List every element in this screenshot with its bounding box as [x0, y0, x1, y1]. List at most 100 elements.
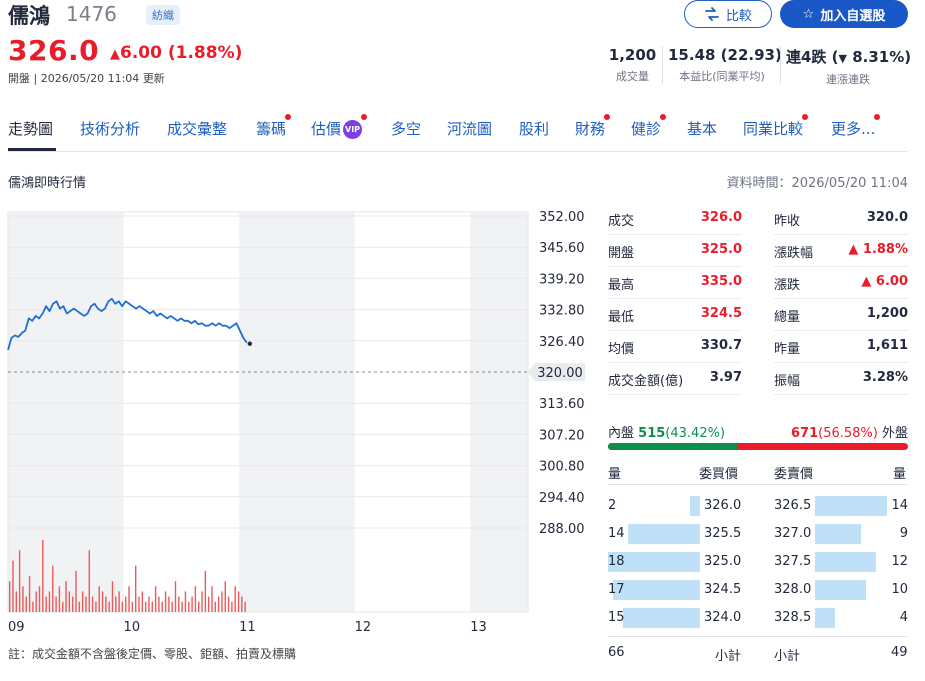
reference-price-tag: 320.00: [528, 363, 585, 381]
volume-bar: [125, 596, 127, 612]
volume-bar: [128, 586, 130, 612]
notification-dot: [874, 114, 881, 120]
compare-button[interactable]: 比較: [684, 0, 772, 28]
x-tick-label: 12: [355, 620, 372, 635]
ask-depth-bar: [815, 608, 836, 628]
row-divider: [774, 298, 908, 299]
volume-bar: [121, 601, 124, 612]
volume-bar: [15, 591, 17, 612]
volume-bar: [151, 601, 153, 612]
tab-bull-bear[interactable]: 多空: [391, 118, 421, 139]
ask-qty: 12: [891, 554, 908, 569]
volume-bar: [171, 601, 173, 612]
quote-label: 均價: [608, 342, 635, 357]
industry-badge[interactable]: 紡織: [146, 5, 180, 25]
volume-bar: [81, 591, 84, 612]
notification-dot: [361, 114, 368, 120]
data-time: 資料時間：2026/05/20 11:04: [726, 176, 908, 191]
notification-dot: [802, 114, 809, 120]
y-tick-label: 288.00: [539, 522, 585, 537]
volume-bar: [181, 601, 183, 612]
volume-bar: [28, 576, 31, 612]
ask-depth-bar: [815, 496, 887, 516]
tab-peer-compare[interactable]: 同業比較: [743, 114, 809, 139]
ask-qty: 9: [899, 526, 908, 541]
tab-valuation[interactable]: 估價 VIP: [311, 114, 368, 139]
vip-icon: VIP: [343, 120, 363, 139]
intraday-chart[interactable]: 352.00 345.60 339.20 332.80 326.40 320.00 313.…: [0, 200, 600, 640]
star-icon: ☆: [802, 6, 815, 22]
divider: [608, 484, 908, 485]
tab-financials[interactable]: 財務: [575, 114, 611, 139]
ask-price: 327.5: [774, 554, 812, 569]
y-axis: 352.00 345.60 339.20 332.80 326.40 320.00 313.…: [528, 210, 585, 537]
volume-bar: [198, 601, 200, 612]
notification-dot: [285, 114, 292, 120]
volume-bar: [98, 586, 100, 612]
quote-label: 開盤: [608, 246, 635, 261]
bid-qty: 2: [608, 498, 617, 513]
quote-value: 325.0: [700, 242, 742, 257]
tab-trend[interactable]: 走勢圖: [8, 118, 53, 139]
volume-bar: [75, 570, 77, 612]
up-arrow-icon: ▲: [110, 47, 120, 62]
volume-bar: [65, 581, 67, 612]
y-tick-label: 294.40: [539, 491, 585, 506]
volume-bar: [154, 586, 157, 612]
bid-subtotal-label: 小計: [715, 649, 742, 664]
tab-dividend[interactable]: 股利: [519, 118, 549, 139]
tab-chips[interactable]: 籌碼: [256, 114, 292, 139]
volume-bar: [62, 601, 64, 612]
volume-bar: [188, 601, 190, 612]
volume-bar: [18, 550, 21, 612]
last-price-dot: [247, 341, 253, 346]
tab-health-check[interactable]: 健診: [631, 114, 667, 139]
bid-qty-header: 量: [608, 467, 622, 482]
y-tick-label: 339.20: [539, 272, 585, 287]
volume-bar: [35, 591, 37, 612]
volume-bar: [22, 586, 24, 612]
row-divider: [608, 394, 742, 395]
volume-bar: [224, 581, 226, 612]
volume-bar: [221, 591, 223, 612]
volume-bar: [68, 591, 71, 612]
tab-river-chart[interactable]: 河流圖: [447, 118, 492, 139]
y-tick-label: 300.80: [539, 460, 585, 475]
quote-value: 1,611: [866, 338, 908, 353]
quote-label: 漲跌: [774, 278, 801, 293]
tab-more[interactable]: 更多...: [831, 114, 881, 139]
tab-trades[interactable]: 成交彙整: [167, 118, 227, 139]
y-tick-label: 345.60: [539, 241, 585, 256]
volume-bar: [231, 601, 233, 612]
notification-dot: [604, 114, 611, 120]
ask-total: 49: [891, 645, 908, 660]
volume-bar: [8, 581, 11, 612]
hour-band: [470, 212, 528, 612]
volume-bar: [78, 601, 81, 612]
divider: [780, 46, 781, 84]
bid-price: 324.5: [704, 582, 742, 597]
y-tick-label: 313.60: [539, 397, 585, 412]
quote-value: 3.97: [709, 370, 742, 385]
quote-label: 成交金額(億): [608, 374, 684, 389]
down-arrow-icon: ▼: [838, 52, 847, 65]
reference-price-label: 320.00: [537, 366, 583, 381]
row-divider: [608, 234, 742, 235]
outer-volume: 671(56.58%) 外盤: [790, 426, 908, 441]
quote-value: 1,200: [866, 306, 908, 321]
quote-value: 326.0: [700, 210, 742, 225]
volume-bar: [194, 586, 197, 612]
tab-technical[interactable]: 技術分析: [80, 118, 140, 139]
stat-volume: 1,200 成交量: [608, 46, 657, 83]
row-divider: [608, 298, 742, 299]
ask-subtotal-label: 小計: [774, 649, 801, 664]
quote-label: 漲跌幅: [774, 246, 814, 261]
add-watchlist-button[interactable]: ☆ 加入自選股: [780, 0, 908, 28]
volume-bar: [45, 596, 47, 612]
row-divider: [774, 234, 908, 235]
volume-bar: [32, 601, 34, 612]
quote-value: ▲ 1.88%: [848, 242, 908, 257]
bid-depth-bar: [628, 524, 700, 544]
tab-basic[interactable]: 基本: [687, 118, 717, 139]
stat-pe: 15.48 (22.93) 本益比(同業平均): [668, 46, 782, 83]
